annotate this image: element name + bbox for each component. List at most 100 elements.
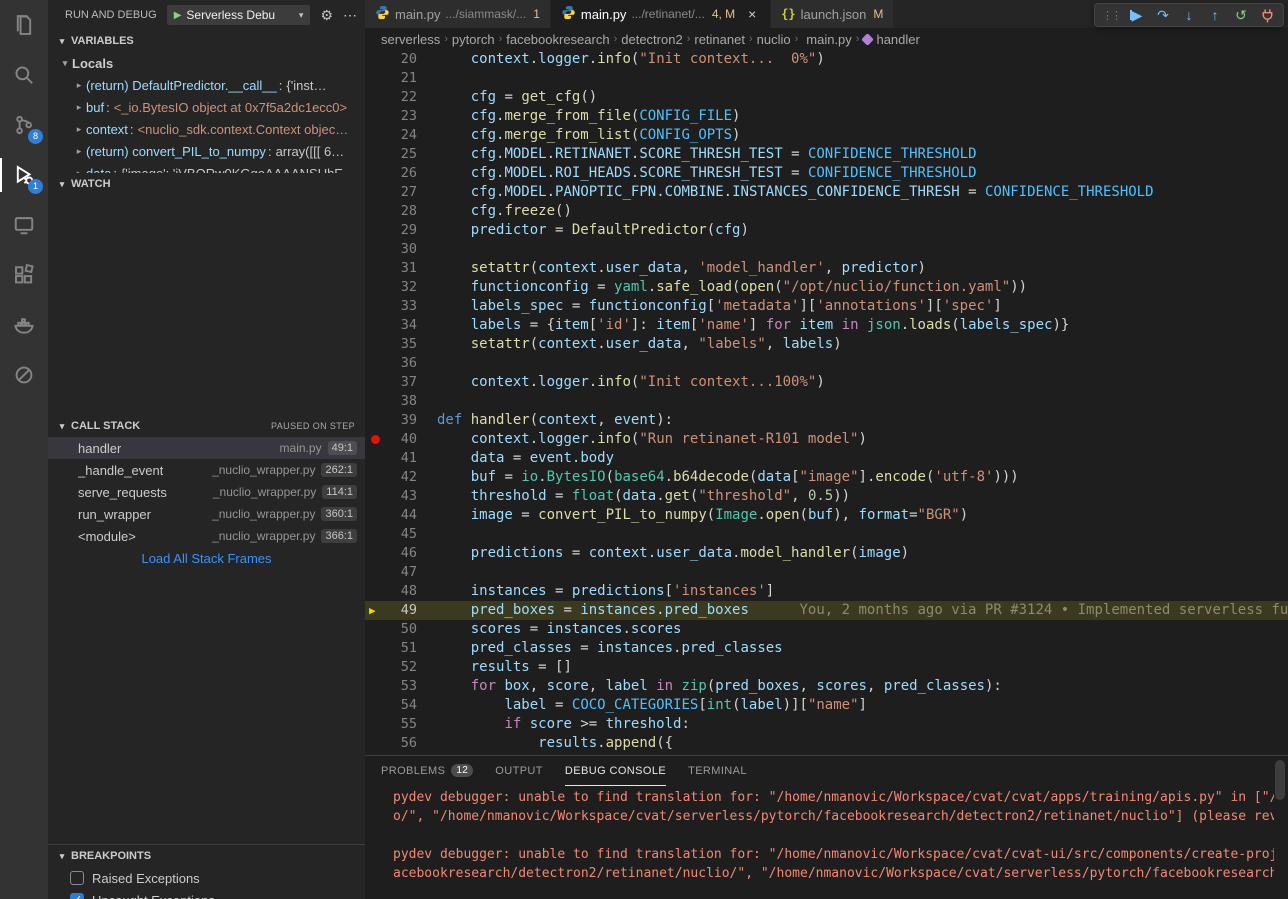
code-line[interactable]: 27 cfg.MODEL.PANOPTIC_FPN.COMBINE.INSTAN…: [365, 183, 1288, 202]
code-line[interactable]: 48 instances = predictions['instances']: [365, 582, 1288, 601]
glyph-margin[interactable]: [365, 373, 387, 392]
breadcrumb-item[interactable]: facebookresearch: [506, 32, 609, 47]
step-out-button[interactable]: ↑: [1203, 4, 1227, 26]
code-line[interactable]: 21: [365, 69, 1288, 88]
variable-row[interactable]: ▸context:<nuclio_sdk.context.Context obj…: [48, 118, 365, 140]
disconnect-button[interactable]: [1255, 4, 1279, 26]
code-line[interactable]: 38: [365, 392, 1288, 411]
glyph-margin[interactable]: [365, 639, 387, 658]
breadcrumb-item[interactable]: pytorch: [452, 32, 495, 47]
remote-explorer-icon[interactable]: [0, 200, 48, 250]
breadcrumb-item[interactable]: serverless: [381, 32, 440, 47]
breakpoint-row[interactable]: Raised Exceptions: [48, 867, 365, 889]
glyph-margin[interactable]: [365, 468, 387, 487]
glyph-margin[interactable]: [365, 544, 387, 563]
editor-tab[interactable]: main.py.../siammask/...1: [365, 0, 551, 28]
glyph-margin[interactable]: [365, 525, 387, 544]
glyph-margin[interactable]: [365, 563, 387, 582]
watch-section-header[interactable]: ▾ WATCH: [48, 173, 365, 195]
code-line[interactable]: 35 setattr(context.user_data, "labels", …: [365, 335, 1288, 354]
current-line-arrow-icon[interactable]: [365, 601, 387, 620]
stack-frame-row[interactable]: handlermain.py49:1: [48, 437, 365, 459]
extensions-icon[interactable]: [0, 250, 48, 300]
code-line[interactable]: 51 pred_classes = instances.pred_classes: [365, 639, 1288, 658]
glyph-margin[interactable]: [365, 677, 387, 696]
code-line[interactable]: 30: [365, 240, 1288, 259]
code-line[interactable]: 41 data = event.body: [365, 449, 1288, 468]
code-line[interactable]: 47: [365, 563, 1288, 582]
code-line[interactable]: 39def handler(context, event):: [365, 411, 1288, 430]
code-line[interactable]: 33 labels_spec = functionconfig['metadat…: [365, 297, 1288, 316]
docker-icon[interactable]: [0, 300, 48, 350]
breadcrumb-item[interactable]: retinanet: [694, 32, 745, 47]
load-all-stack-frames-link[interactable]: Load All Stack Frames: [48, 547, 365, 569]
glyph-margin[interactable]: [365, 240, 387, 259]
code-line[interactable]: 42 buf = io.BytesIO(base64.b64decode(dat…: [365, 468, 1288, 487]
glyph-margin[interactable]: [365, 221, 387, 240]
glyph-margin[interactable]: [365, 202, 387, 221]
breakpoints-section-header[interactable]: ▾ BREAKPOINTS: [48, 845, 365, 867]
glyph-margin[interactable]: [365, 487, 387, 506]
glyph-margin[interactable]: [365, 316, 387, 335]
code-line[interactable]: 36: [365, 354, 1288, 373]
code-line[interactable]: 32 functionconfig = yaml.safe_load(open(…: [365, 278, 1288, 297]
stack-frame-row[interactable]: serve_requests_nuclio_wrapper.py114:1: [48, 481, 365, 503]
source-control-icon[interactable]: 8: [0, 100, 48, 150]
explorer-icon[interactable]: [0, 0, 48, 50]
code-line[interactable]: 45: [365, 525, 1288, 544]
circle-slash-icon[interactable]: [0, 350, 48, 400]
code-line[interactable]: 26 cfg.MODEL.ROI_HEADS.SCORE_THRESH_TEST…: [365, 164, 1288, 183]
glyph-margin[interactable]: [365, 335, 387, 354]
code-line[interactable]: 44 image = convert_PIL_to_numpy(Image.op…: [365, 506, 1288, 525]
glyph-margin[interactable]: [365, 449, 387, 468]
debug-console-output[interactable]: pydev debugger: unable to find translati…: [393, 788, 1274, 899]
step-into-button[interactable]: ↓: [1177, 4, 1201, 26]
toolbar-drag-handle[interactable]: ⋮⋮: [1099, 9, 1123, 22]
code-line[interactable]: 23 cfg.merge_from_file(CONFIG_FILE): [365, 107, 1288, 126]
glyph-margin[interactable]: [365, 259, 387, 278]
code-line[interactable]: 29 predictor = DefaultPredictor(cfg): [365, 221, 1288, 240]
panel-tab-output[interactable]: OUTPUT: [495, 756, 543, 786]
glyph-margin[interactable]: [365, 582, 387, 601]
glyph-margin[interactable]: [365, 354, 387, 373]
run-and-debug-icon[interactable]: 1: [0, 150, 48, 200]
editor-tab[interactable]: main.py.../retinanet/...4, M×: [551, 0, 771, 28]
code-line[interactable]: 20 context.logger.info("Init context... …: [365, 50, 1288, 69]
search-icon[interactable]: [0, 50, 48, 100]
locals-scope-row[interactable]: ▾ Locals: [48, 52, 365, 74]
code-line[interactable]: 46 predictions = context.user_data.model…: [365, 544, 1288, 563]
panel-tab-debug-console[interactable]: DEBUG CONSOLE: [565, 756, 666, 786]
breadcrumb-item[interactable]: nuclio: [757, 32, 791, 47]
more-actions-icon[interactable]: ⋯: [343, 7, 357, 24]
breadcrumb-item[interactable]: main.py: [802, 32, 852, 47]
glyph-margin[interactable]: [365, 145, 387, 164]
glyph-margin[interactable]: [365, 506, 387, 525]
code-line[interactable]: 34 labels = {item['id']: item['name'] fo…: [365, 316, 1288, 335]
code-line[interactable]: 37 context.logger.info("Init context...1…: [365, 373, 1288, 392]
stack-frame-row[interactable]: run_wrapper_nuclio_wrapper.py360:1: [48, 503, 365, 525]
glyph-margin[interactable]: [365, 696, 387, 715]
debug-config-dropdown[interactable]: ▶ Serverless Debu ▾: [167, 5, 311, 25]
code-line[interactable]: 25 cfg.MODEL.RETINANET.SCORE_THRESH_TEST…: [365, 145, 1288, 164]
breakpoint-checkbox[interactable]: [70, 893, 84, 899]
code-line[interactable]: 28 cfg.freeze(): [365, 202, 1288, 221]
breadcrumb-item[interactable]: handler: [863, 32, 919, 47]
code-editor[interactable]: 20 context.logger.info("Init context... …: [365, 50, 1288, 755]
panel-tab-terminal[interactable]: TERMINAL: [688, 756, 747, 786]
glyph-margin[interactable]: [365, 278, 387, 297]
breakpoint-checkbox[interactable]: [70, 871, 84, 885]
code-line[interactable]: 24 cfg.merge_from_list(CONFIG_OPTS): [365, 126, 1288, 145]
panel-tab-problems[interactable]: PROBLEMS12: [381, 756, 473, 786]
call-stack-section-header[interactable]: ▾ CALL STACK PAUSED ON STEP: [48, 415, 365, 437]
code-line[interactable]: 55 if score >= threshold:: [365, 715, 1288, 734]
glyph-margin[interactable]: [365, 50, 387, 69]
editor-tab[interactable]: {}launch.jsonM: [771, 0, 894, 28]
glyph-margin[interactable]: [365, 126, 387, 145]
glyph-margin[interactable]: [365, 715, 387, 734]
glyph-margin[interactable]: [365, 658, 387, 677]
breakpoint-dot-icon[interactable]: [365, 430, 387, 449]
variable-row[interactable]: ▸(return) DefaultPredictor.__call__:{'in…: [48, 74, 365, 96]
stack-frame-row[interactable]: <module>_nuclio_wrapper.py366:1: [48, 525, 365, 547]
code-line[interactable]: 31 setattr(context.user_data, 'model_han…: [365, 259, 1288, 278]
glyph-margin[interactable]: [365, 164, 387, 183]
